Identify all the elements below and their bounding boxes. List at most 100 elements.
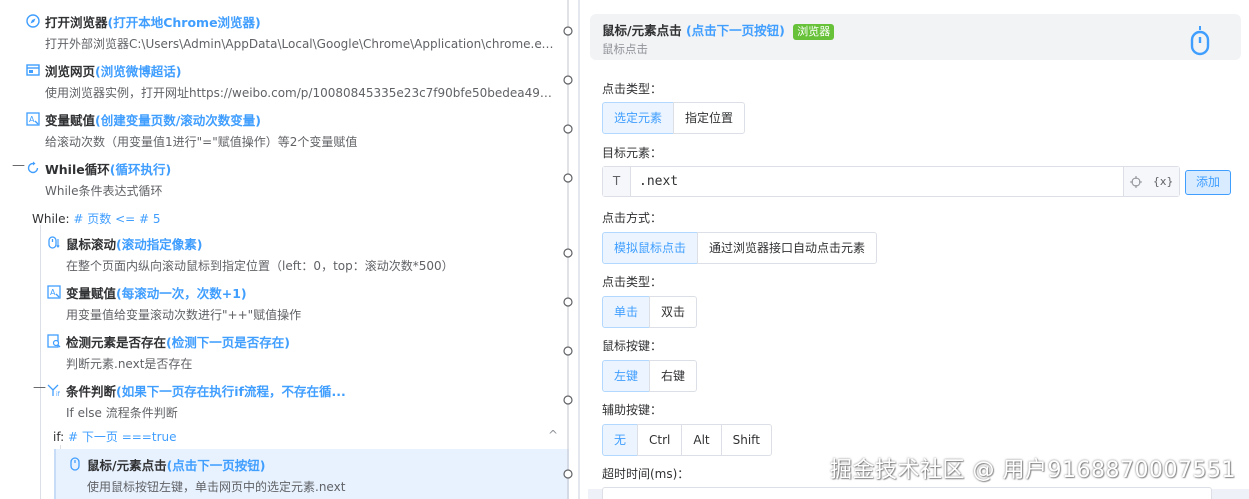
mouse-button-segmented: 左键 右键: [602, 360, 698, 392]
while-nest-line: [40, 225, 41, 499]
config-panel: 鼠标/元素点击 (点击下一页按钮) 浏览器 鼠标点击 点击类型： 选定元素 指定…: [588, 0, 1249, 499]
modifier-key-label: 辅助按键：: [602, 403, 663, 417]
mouse-button-option-left[interactable]: 左键: [602, 360, 651, 392]
click-type-option-selected-element[interactable]: 选定元素: [602, 102, 675, 134]
click-method-segmented: 模拟鼠标点击 通过浏览器接口自动点击元素: [602, 232, 878, 264]
if-condition: if: # 下一页 ===true: [53, 428, 177, 445]
connector-rail: [563, 0, 573, 499]
click-method-option-simulate[interactable]: 模拟鼠标点击: [602, 232, 699, 264]
connector-dot-icon[interactable]: [563, 124, 573, 134]
step-subtitle: (如果下一页存在执行if流程，不存在循...: [116, 383, 346, 399]
mouse-button-label: 鼠标按键：: [602, 339, 663, 353]
mouse-scroll-icon: [48, 236, 60, 249]
click-type-label: 点击类型：: [602, 82, 663, 96]
svg-text:A: A: [50, 288, 56, 297]
step-description: 用变量值给变量滚动次数进行"++"赋值操作: [66, 308, 302, 322]
browser-window-icon: [26, 64, 40, 76]
step-title: 变量赋值: [66, 285, 117, 301]
timeout-input[interactable]: [602, 487, 1212, 499]
while-condition: While: # 页数 <= # 5: [32, 210, 161, 227]
browser-badge: 浏览器: [793, 24, 835, 40]
connector-dot-icon[interactable]: [563, 395, 573, 405]
click-method-option-browser-api[interactable]: 通过浏览器接口自动点击元素: [697, 232, 878, 264]
step-title: 变量赋值: [45, 112, 96, 128]
step-title: 检测元素是否存在: [66, 334, 167, 350]
svg-text:if: if: [56, 391, 61, 397]
app-root: 打开浏览器 (打开本地Chrome浏览器) 打开外部浏览器C:\Users\Ad…: [0, 0, 1249, 499]
config-title-sub: (点击下一页按钮): [685, 23, 785, 38]
while-collapse-toggle[interactable]: —: [12, 158, 25, 173]
if-expression: # 下一页 ===true: [68, 430, 177, 444]
crosshair-icon[interactable]: [1129, 175, 1142, 188]
while-prefix: While:: [32, 212, 70, 226]
step-title: 浏览网页: [45, 63, 96, 79]
element-check-icon: [47, 334, 61, 348]
config-title: 鼠标/元素点击 (点击下一页按钮) 浏览器: [602, 20, 835, 40]
step-description: 给滚动次数（用变量值1进行"="赋值操作）等2个变量赋值: [45, 135, 358, 149]
connector-dot-icon[interactable]: [563, 297, 573, 307]
mouse-icon: [70, 457, 80, 471]
config-title-text: 鼠标/元素点击: [602, 23, 682, 38]
target-element-input[interactable]: [631, 167, 1121, 196]
connector-dot-icon[interactable]: [563, 248, 573, 258]
modifier-option-alt[interactable]: Alt: [681, 424, 722, 456]
step-description: 判断元素.next是否存在: [66, 357, 193, 371]
modifier-option-none[interactable]: 无: [602, 424, 639, 456]
step-subtitle: (滚动指定像素): [116, 236, 203, 252]
mouse-icon: [1190, 26, 1210, 56]
step-title: 打开浏览器: [45, 14, 108, 30]
step-title: 条件判断: [66, 383, 117, 399]
step-subtitle: (浏览微博超话): [95, 63, 182, 79]
connector-dot-icon[interactable]: [563, 173, 573, 183]
condition-icon: if: [47, 384, 61, 397]
modifier-option-ctrl[interactable]: Ctrl: [637, 424, 683, 456]
step-subtitle: (点击下一页按钮): [166, 457, 266, 473]
while-expression: # 页数 <= # 5: [73, 212, 161, 226]
if-prefix: if:: [53, 430, 65, 444]
if-caret-toggle[interactable]: ^: [548, 428, 558, 442]
click-count-segmented: 单击 双击: [602, 296, 698, 328]
variable-insert-icon[interactable]: {x}: [1153, 175, 1174, 188]
connector-dot-icon[interactable]: [563, 75, 573, 85]
step-description: If else 流程条件判断: [66, 406, 178, 420]
click-count-option-single[interactable]: 单击: [602, 296, 651, 328]
click-count-label: 点击类型：: [602, 275, 663, 289]
step-title: 鼠标/元素点击: [87, 457, 167, 473]
mouse-button-option-right[interactable]: 右键: [649, 360, 698, 392]
step-description: 在整个页面内纵向滚动鼠标到指定位置（left：0，top：滚动次数*500）: [66, 259, 454, 273]
step-subtitle: (打开本地Chrome浏览器): [107, 14, 261, 30]
variable-assign-icon: A: [26, 112, 40, 126]
step-title: While循环: [45, 161, 110, 177]
text-type-icon: T: [603, 167, 631, 196]
step-title: 鼠标滚动: [66, 236, 117, 252]
compass-icon: [26, 14, 40, 28]
watermark: 掘金技术社区 @ 用户9168870007551: [830, 458, 1236, 483]
click-count-option-double[interactable]: 双击: [649, 296, 698, 328]
add-element-button[interactable]: 添加: [1185, 170, 1231, 195]
step-description: 使用鼠标按钮左键，单击网页中的选定元素.next: [87, 480, 346, 494]
step-subtitle: (创建变量页数/滚动次数变量): [95, 112, 262, 128]
step-description: 使用浏览器实例，打开网址https://weibo.com/p/10080845…: [45, 86, 555, 100]
click-type-option-position[interactable]: 指定位置: [673, 102, 746, 134]
step-subtitle: (检测下一页是否存在): [166, 334, 290, 350]
connector-dot-icon[interactable]: [563, 469, 573, 479]
modifier-option-shift[interactable]: Shift: [720, 424, 772, 456]
config-header: 鼠标/元素点击 (点击下一页按钮) 浏览器 鼠标点击: [590, 14, 1241, 60]
variable-assign-icon: A: [47, 285, 61, 299]
loop-icon: [27, 161, 39, 174]
connector-dot-icon[interactable]: [563, 26, 573, 36]
step-description: 打开外部浏览器C:\Users\Admin\AppData\Local\Goog…: [45, 37, 555, 51]
click-method-label: 点击方式：: [602, 211, 663, 225]
modifier-key-segmented: 无 Ctrl Alt Shift: [602, 424, 772, 456]
step-subtitle: (每滚动一次，次数+1): [116, 285, 247, 301]
if-collapse-toggle[interactable]: —: [33, 380, 46, 395]
target-element-label: 目标元素：: [602, 146, 663, 160]
step-description: While条件表达式循环: [45, 184, 163, 198]
step-subtitle: (循环执行): [109, 161, 172, 177]
connector-dot-icon[interactable]: [563, 346, 573, 356]
click-type-segmented: 选定元素 指定位置: [602, 102, 746, 134]
panel-divider[interactable]: [578, 0, 580, 499]
config-description: 鼠标点击: [602, 42, 648, 56]
target-element-field: T {x}: [602, 166, 1180, 197]
timeout-label: 超时时间(ms)：: [602, 467, 690, 481]
